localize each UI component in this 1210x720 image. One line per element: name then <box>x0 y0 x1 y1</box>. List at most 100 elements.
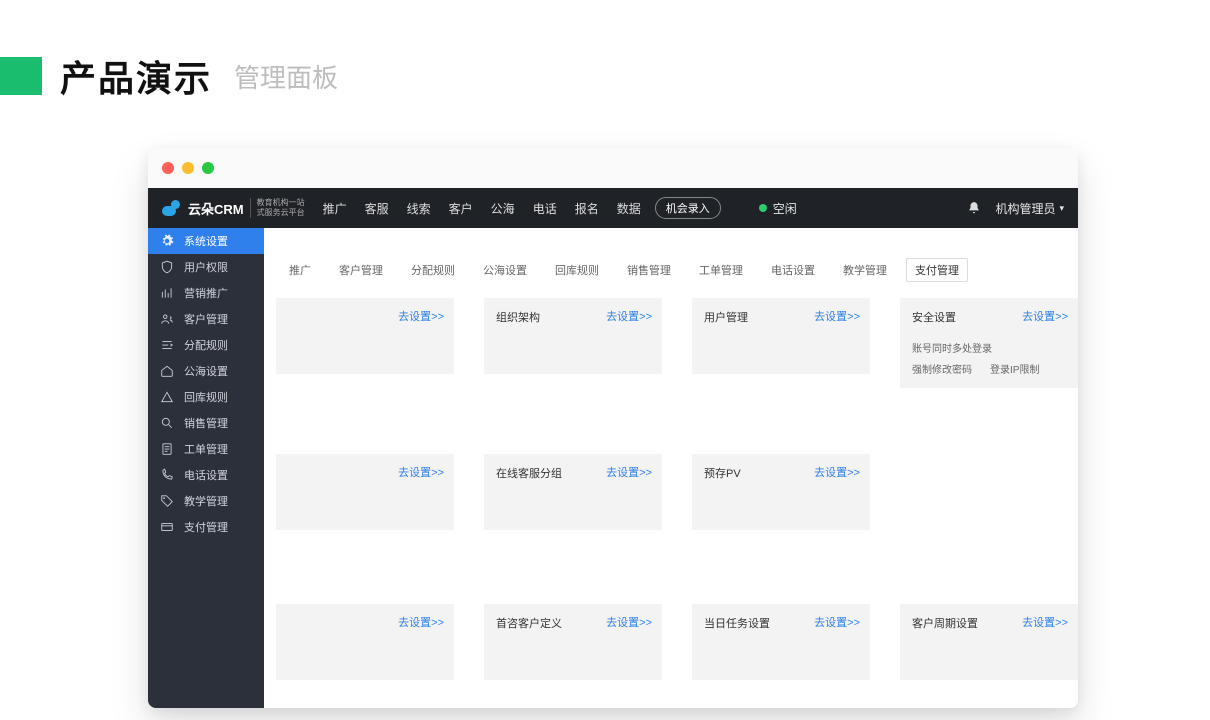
page-title-main: 产品演示 <box>60 50 212 102</box>
card-subitem[interactable]: 登录IP限制 <box>990 361 1039 376</box>
nav-item[interactable]: 推广 <box>323 200 347 217</box>
chevron-down-icon: ▾ <box>1059 203 1064 214</box>
tab[interactable]: 支付管理 <box>906 258 968 282</box>
tag-icon <box>160 494 174 508</box>
sidebar-item-system-settings[interactable]: 系统设置 <box>148 228 264 254</box>
go-settings-link[interactable]: 去设置>> <box>606 464 652 480</box>
chart-icon <box>160 286 174 300</box>
card-title: 预存PV <box>704 468 741 480</box>
tab[interactable]: 推广 <box>280 258 320 282</box>
card-title: 首咨客户定义 <box>496 618 562 630</box>
tab[interactable]: 客户管理 <box>330 258 392 282</box>
doc-icon <box>160 442 174 456</box>
record-button[interactable]: 机会录入 <box>655 197 721 219</box>
sidebar-item-payment[interactable]: 支付管理 <box>148 514 264 540</box>
tab[interactable]: 分配规则 <box>402 258 464 282</box>
sidebar-item-phone[interactable]: 电话设置 <box>148 462 264 488</box>
sidebar-item-label: 回库规则 <box>184 389 228 405</box>
card-subitem[interactable]: 强制修改密码 <box>912 361 972 376</box>
go-settings-link[interactable]: 去设置>> <box>606 614 652 630</box>
go-settings-link[interactable]: 去设置>> <box>398 614 444 630</box>
sidebar-item-return[interactable]: 回库规则 <box>148 384 264 410</box>
go-settings-link[interactable]: 去设置>> <box>814 308 860 324</box>
sidebar-item-marketing[interactable]: 营销推广 <box>148 280 264 306</box>
settings-card: 去设置>> <box>276 604 454 680</box>
logo-text: 云朵CRM <box>188 199 244 218</box>
maximize-icon[interactable] <box>202 162 214 174</box>
sidebar-item-permissions[interactable]: 用户权限 <box>148 254 264 280</box>
go-settings-link[interactable]: 去设置>> <box>814 614 860 630</box>
settings-icon <box>160 234 174 248</box>
settings-card-daily-tasks: 当日任务设置 去设置>> <box>692 604 870 680</box>
nav-item[interactable]: 报名 <box>575 200 599 217</box>
content-area: 推广 客户管理 分配规则 公海设置 回库规则 销售管理 工单管理 电话设置 教学… <box>264 228 1078 708</box>
tab[interactable]: 公海设置 <box>474 258 536 282</box>
go-settings-link[interactable]: 去设置>> <box>398 464 444 480</box>
sidebar-item-label: 系统设置 <box>184 233 228 249</box>
settings-card-service-group: 在线客服分组 去设置>> <box>484 454 662 530</box>
topbar: 云朵CRM 教育机构一站 式服务云平台 推广 客服 线索 客户 公海 电话 报名… <box>148 188 1078 228</box>
card-title: 安全设置 <box>912 312 956 324</box>
nav-item[interactable]: 电话 <box>533 200 557 217</box>
tabs: 推广 客户管理 分配规则 公海设置 回库规则 销售管理 工单管理 电话设置 教学… <box>280 258 1062 282</box>
minimize-icon[interactable] <box>182 162 194 174</box>
close-icon[interactable] <box>162 162 174 174</box>
tab[interactable]: 回库规则 <box>546 258 608 282</box>
card-title: 组织架构 <box>496 312 540 324</box>
sidebar-item-label: 分配规则 <box>184 337 228 353</box>
go-settings-link[interactable]: 去设置>> <box>814 464 860 480</box>
status-indicator[interactable]: 空闲 <box>759 200 797 217</box>
sidebar-item-label: 用户权限 <box>184 259 228 275</box>
sidebar-item-teaching[interactable]: 教学管理 <box>148 488 264 514</box>
logo-subtitle: 教育机构一站 式服务云平台 <box>250 198 305 217</box>
people-icon <box>160 312 174 326</box>
home-icon <box>160 364 174 378</box>
tab[interactable]: 教学管理 <box>834 258 896 282</box>
settings-card-users: 用户管理 去设置>> <box>692 298 870 374</box>
app-window: 云朵CRM 教育机构一站 式服务云平台 推广 客服 线索 客户 公海 电话 报名… <box>148 148 1078 708</box>
window-controls <box>148 148 1078 188</box>
sidebar-item-tickets[interactable]: 工单管理 <box>148 436 264 462</box>
phone-icon <box>160 468 174 482</box>
rules-icon <box>160 338 174 352</box>
tab[interactable]: 工单管理 <box>690 258 752 282</box>
card-title: 客户周期设置 <box>912 618 978 630</box>
go-settings-link[interactable]: 去设置>> <box>606 308 652 324</box>
sidebar-item-label: 电话设置 <box>184 467 228 483</box>
nav-item[interactable]: 数据 <box>617 200 641 217</box>
go-settings-link[interactable]: 去设置>> <box>1022 614 1068 630</box>
nav-item[interactable]: 客户 <box>449 200 473 217</box>
search-icon <box>160 416 174 430</box>
sidebar-item-label: 工单管理 <box>184 441 228 457</box>
card-subitem[interactable]: 账号同时多处登录 <box>912 340 1066 355</box>
accent-bar <box>0 57 42 95</box>
user-role-menu[interactable]: 机构管理员 ▾ <box>995 200 1064 217</box>
go-settings-link[interactable]: 去设置>> <box>1022 308 1068 324</box>
sidebar-item-pool[interactable]: 公海设置 <box>148 358 264 384</box>
nav-item[interactable]: 线索 <box>407 200 431 217</box>
sidebar: 系统设置 用户权限 营销推广 客户管理 分配规则 公海设置 <box>148 228 264 708</box>
settings-card: 去设置>> <box>276 454 454 530</box>
sidebar-item-label: 教学管理 <box>184 493 228 509</box>
settings-card-pv: 预存PV 去设置>> <box>692 454 870 530</box>
shield-icon <box>160 260 174 274</box>
bell-icon[interactable] <box>967 201 981 215</box>
nav-item[interactable]: 公海 <box>491 200 515 217</box>
triangle-icon <box>160 390 174 404</box>
sidebar-item-customers[interactable]: 客户管理 <box>148 306 264 332</box>
sidebar-item-label: 支付管理 <box>184 519 228 535</box>
sidebar-item-label: 客户管理 <box>184 311 228 327</box>
tab[interactable]: 电话设置 <box>762 258 824 282</box>
sidebar-item-sales[interactable]: 销售管理 <box>148 410 264 436</box>
go-settings-link[interactable]: 去设置>> <box>398 308 444 324</box>
top-nav: 推广 客服 线索 客户 公海 电话 报名 数据 <box>323 200 641 217</box>
sidebar-item-label: 公海设置 <box>184 363 228 379</box>
logo[interactable]: 云朵CRM 教育机构一站 式服务云平台 <box>162 198 305 217</box>
settings-card-customer-cycle: 客户周期设置 去设置>> <box>900 604 1078 680</box>
sidebar-item-assignment[interactable]: 分配规则 <box>148 332 264 358</box>
settings-card-org: 组织架构 去设置>> <box>484 298 662 374</box>
card-title: 当日任务设置 <box>704 618 770 630</box>
sidebar-item-label: 销售管理 <box>184 415 228 431</box>
nav-item[interactable]: 客服 <box>365 200 389 217</box>
tab[interactable]: 销售管理 <box>618 258 680 282</box>
